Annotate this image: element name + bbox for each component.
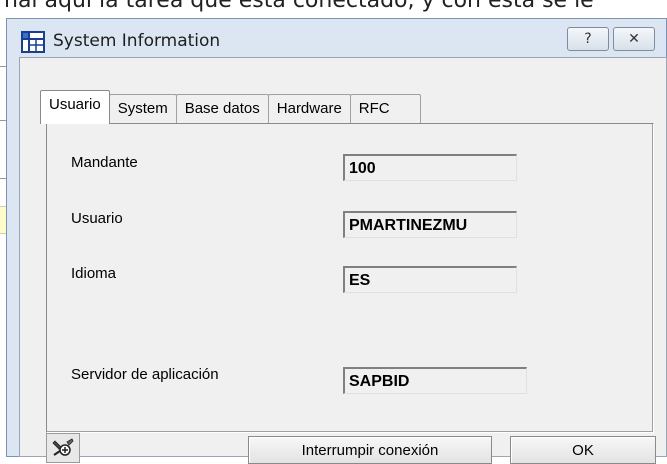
idioma-label: Idioma: [71, 265, 117, 282]
idioma-value[interactable]: ES: [343, 266, 517, 293]
dialog-title: System Information: [53, 31, 221, 51]
system-information-dialog: System Information ? ✕ Usuario System Ba…: [6, 18, 667, 464]
close-icon: ✕: [628, 31, 640, 47]
usuario-tab-panel: Mandante 100 Usuario PMARTINEZMU Idioma …: [46, 123, 654, 433]
help-icon: ?: [584, 31, 592, 47]
tab-strip: Usuario System Base datos Hardware RFC: [40, 90, 421, 124]
servidor-label: Servidor de aplicación: [71, 366, 219, 383]
disconnect-button[interactable]: Interrumpir conexión: [248, 436, 492, 464]
background-document-text: nal aquí la tarea que está conectado, y …: [4, 0, 594, 13]
tab-rfc[interactable]: RFC: [349, 94, 421, 124]
close-button[interactable]: ✕: [613, 27, 655, 51]
tools-button[interactable]: [46, 433, 80, 463]
tab-base-datos[interactable]: Base datos: [175, 94, 269, 124]
mandante-label: Mandante: [71, 154, 138, 171]
servidor-value[interactable]: SAPBID: [343, 367, 527, 394]
tab-system[interactable]: System: [108, 94, 177, 124]
dialog-body: Usuario System Base datos Hardware RFC M…: [19, 57, 667, 464]
tab-hardware[interactable]: Hardware: [267, 94, 351, 124]
system-info-grid-icon: [21, 31, 45, 53]
tools-wrench-icon: [52, 438, 74, 456]
usuario-label: Usuario: [71, 210, 123, 227]
help-button[interactable]: ?: [567, 27, 609, 51]
mandante-value[interactable]: 100: [343, 154, 517, 181]
ok-button[interactable]: OK: [510, 436, 656, 464]
usuario-value[interactable]: PMARTINEZMU: [343, 211, 517, 238]
tab-usuario[interactable]: Usuario: [40, 90, 110, 124]
